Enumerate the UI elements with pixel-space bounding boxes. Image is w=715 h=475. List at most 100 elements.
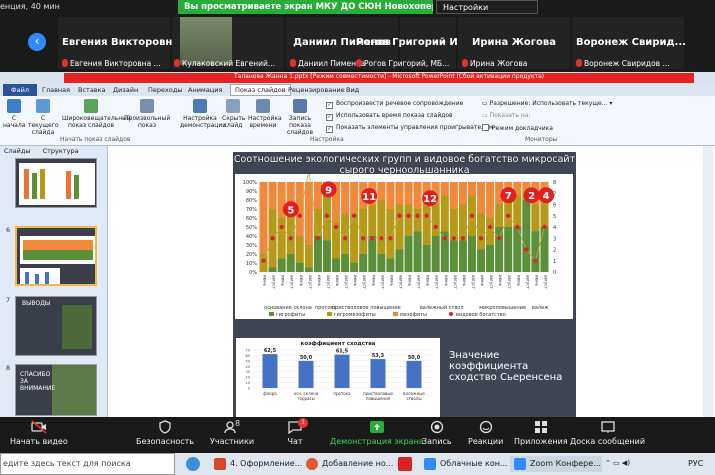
tab-slides[interactable]: Слайды <box>4 147 31 155</box>
richness-point <box>451 236 457 241</box>
y2-tick-label: 5 <box>553 214 556 220</box>
editor-scrollbar[interactable] <box>703 146 713 417</box>
yandex-icon[interactable] <box>398 457 412 471</box>
tab-file[interactable]: Файл <box>3 84 37 96</box>
tab-design[interactable]: Дизайн <box>113 86 138 94</box>
richness-point <box>496 236 502 241</box>
slide-thumbnail[interactable]: ВЫВОДЫ <box>15 296 97 356</box>
y-tick-label: 40 <box>246 365 250 369</box>
from-start-button[interactable]: С начала <box>3 99 25 129</box>
x-tick-label: август <box>380 275 385 289</box>
bar-segment <box>341 182 350 214</box>
legend-swatch <box>269 312 274 316</box>
x-tick-label: июнь <box>462 275 467 287</box>
mic-muted-icon <box>174 59 180 67</box>
participant-tile[interactable]: Евгения Викторовна... Евгения Викторовна… <box>58 17 190 69</box>
check-play-narrations[interactable]: ✓ Воспроизвести речевое сопровождение <box>326 100 463 109</box>
participant-name: Ирина Жогова <box>472 37 556 48</box>
y-tick-label: 60 <box>246 354 250 358</box>
x-tick-label: июнь <box>408 275 413 287</box>
participant-tile[interactable]: Кулаковский Евгений... <box>172 17 284 69</box>
tab-animation[interactable]: Анимация <box>188 86 222 94</box>
from-current-button[interactable]: С текущего слайда <box>28 99 59 136</box>
check-presenter-view[interactable]: Режим докладчика <box>482 124 553 132</box>
zoom-icon <box>424 458 436 470</box>
y-tick-label: 0% <box>249 270 257 276</box>
bar <box>298 360 314 388</box>
check-show-controls[interactable]: ✓ Показать элементы управления проигрыват… <box>326 124 493 133</box>
meeting-duration: енция, 40 мин <box>0 2 60 11</box>
bar-segment <box>404 182 413 205</box>
reactions-button[interactable]: Реакции <box>468 420 503 446</box>
slide-thumbnail-selected[interactable] <box>15 226 97 286</box>
gallery-prev-button[interactable]: ‹ <box>28 33 46 51</box>
richness-point <box>279 224 284 230</box>
y-tick-label: 80% <box>246 198 257 204</box>
data-label: 53,3 <box>372 353 385 359</box>
share-screen-icon <box>369 421 384 433</box>
tray-icons[interactable]: ⌃ ▭ ◀) <box>605 459 630 467</box>
tab-transitions[interactable]: Переходы <box>148 86 182 94</box>
tab-insert[interactable]: Вставка <box>78 86 106 94</box>
start-video-button[interactable]: Начать видео <box>10 420 68 446</box>
participant-tile[interactable]: Рогов Григорий Ин... Рогов Григорий, МБ.… <box>356 17 476 69</box>
tab-slideshow[interactable]: Показ слайдов <box>230 84 291 96</box>
bar-segment <box>458 240 467 272</box>
participant-tile[interactable]: Ирина Жогова Ирина Жогова <box>458 17 570 69</box>
thumb-photo <box>62 305 92 349</box>
participant-tile[interactable]: Воронеж Свирид... Воронеж Свиридов ... <box>572 17 686 69</box>
tab-view[interactable]: Вид <box>346 86 359 94</box>
y-tick-label: 50 <box>246 359 250 363</box>
share-banner: Вы просматриваете экран МКУ ДО СЮН Новох… <box>178 0 433 14</box>
tab-outline[interactable]: Структура <box>43 147 79 155</box>
bar-segment <box>422 204 431 245</box>
record-show-button[interactable]: Запись показа слайдов <box>280 99 320 136</box>
check-use-timings[interactable]: ✓ Использовать время показа слайдов <box>326 112 453 121</box>
thumbnail-graphic <box>20 236 95 284</box>
data-label: 50,0 <box>408 355 421 361</box>
taskbar-search-input[interactable]: едите здесь текст для поиска <box>0 453 175 475</box>
annotation-label: 9 <box>325 185 332 196</box>
pane-tabs: Слайды Структура <box>4 147 79 155</box>
tab-home[interactable]: Главная <box>42 86 70 94</box>
bar-segment <box>531 204 540 232</box>
slides-pane: Слайды Структура 6 7 ВЫВОДЫ 8 СПАСИБО ЗА… <box>0 146 108 417</box>
show-on-control[interactable]: ▭ Показать на: <box>482 112 531 119</box>
chevron-left-icon: ‹ <box>34 34 40 48</box>
share-screen-button[interactable]: Демонстрация экрана <box>330 420 424 446</box>
richness-point <box>270 236 275 241</box>
slide-thumbnail[interactable] <box>15 158 97 208</box>
bar-segment <box>286 254 295 272</box>
x-tick-label: август <box>272 275 277 289</box>
tab-review[interactable]: Рецензирование <box>288 86 345 94</box>
richness-point <box>442 236 447 241</box>
edge-icon[interactable] <box>186 457 200 471</box>
participant-label: Евгения Викторовна ... <box>62 59 161 68</box>
bar-segment <box>268 182 277 209</box>
setup-show-button[interactable]: Настройка демонстрации <box>180 99 226 129</box>
custom-show-button[interactable]: Произвольный показ <box>124 99 170 129</box>
view-options-button[interactable]: Настройки просмотра ⌄ <box>436 0 538 21</box>
x-tick-label: повышения <box>366 396 391 401</box>
participants-button[interactable]: Участники <box>210 420 254 446</box>
resolution-control[interactable]: ▭ Разрешение: Использовать текуще... ▾ <box>482 100 612 107</box>
bar-segment <box>277 258 286 272</box>
apps-button[interactable]: Приложения <box>514 420 568 446</box>
taskbar-item[interactable]: Облачные кон... <box>420 456 512 472</box>
taskbar-item-active[interactable]: Zoom Конфере... <box>510 456 602 472</box>
security-button[interactable]: Безопасность <box>136 420 194 446</box>
language-indicator[interactable]: РУС <box>688 459 703 468</box>
broadcast-button[interactable]: Широковещательный показ слайдов <box>62 99 131 129</box>
rehearse-timings-button[interactable]: Настройка времени <box>248 99 282 129</box>
taskbar-item[interactable]: Добавление но... <box>302 456 394 472</box>
x-tick-label: август <box>435 275 440 289</box>
richness-point <box>351 213 357 218</box>
taskbar-item[interactable]: 4. Оформление... <box>210 456 302 472</box>
record-button[interactable]: Запись <box>422 420 452 446</box>
richness-point <box>324 213 330 218</box>
group-label: пристволовое повышение <box>332 305 401 311</box>
slide-thumbnail[interactable]: СПАСИБО ЗА ВНИМАНИЕ <box>15 364 97 416</box>
whiteboard-button[interactable]: Доска сообщений <box>570 420 645 446</box>
x-tick-label: август <box>308 275 313 289</box>
hide-slide-button[interactable]: Скрыть слайд <box>222 99 245 129</box>
